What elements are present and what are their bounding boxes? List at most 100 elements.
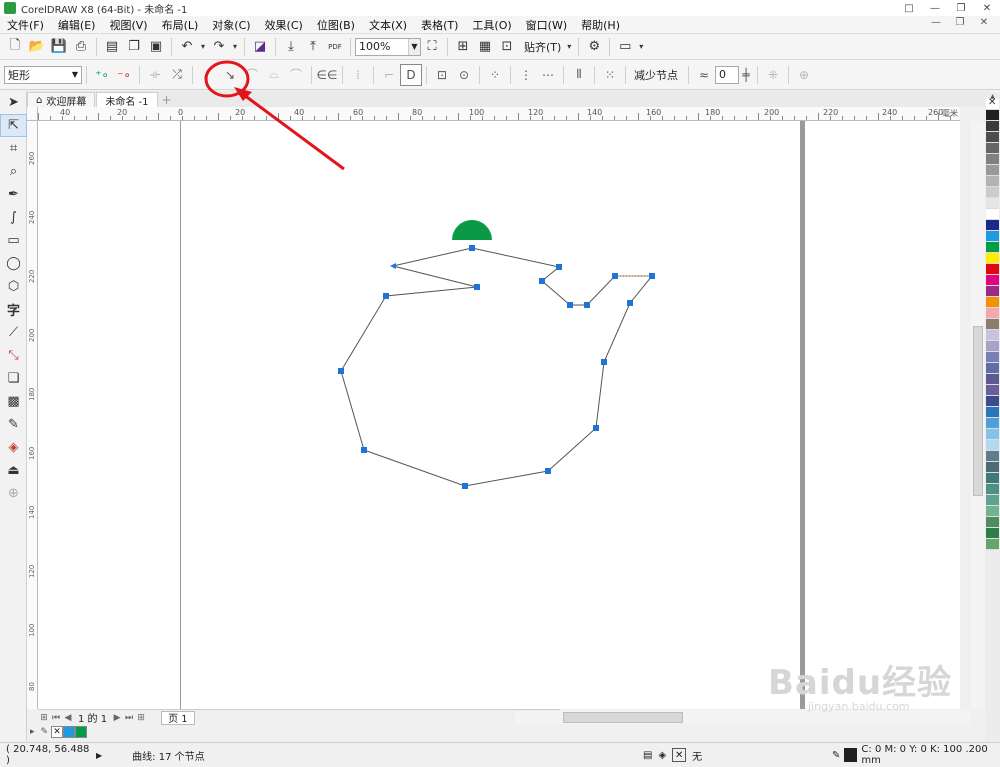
- export-button[interactable]: ⤒: [302, 36, 324, 58]
- rectangle-tool[interactable]: ▭: [0, 229, 27, 252]
- ruler-origin[interactable]: [27, 107, 38, 121]
- green-semicircle-shape[interactable]: [452, 220, 492, 240]
- color-swatch[interactable]: [986, 220, 999, 231]
- transparency-tool[interactable]: ▩: [0, 390, 27, 413]
- parallel-dimension-tool[interactable]: ⟋: [0, 321, 27, 344]
- tab-untitled-1[interactable]: 未命名 -1: [96, 92, 158, 108]
- join-nodes-button[interactable]: ⟛: [144, 64, 166, 86]
- reduce-nodes-button[interactable]: 减少节点: [634, 67, 678, 83]
- smart-fill-tool[interactable]: ⏏: [0, 459, 27, 482]
- show-guidelines-button[interactable]: ⊡: [496, 36, 518, 58]
- artistic-media-tool[interactable]: ∫: [0, 206, 27, 229]
- menu-layout[interactable]: 布局(L): [155, 17, 206, 33]
- curve-node[interactable]: [545, 468, 551, 474]
- doc-close-button[interactable]: ✕: [972, 17, 996, 28]
- eyedropper-tool[interactable]: ✎: [0, 413, 27, 436]
- color-swatch[interactable]: [986, 330, 999, 341]
- menu-window[interactable]: 窗口(W): [519, 17, 574, 33]
- fill-indicator[interactable]: ▤ ◈ ✕ 无: [643, 748, 708, 763]
- to-line-button[interactable]: ⟋: [197, 64, 219, 86]
- color-swatch[interactable]: [986, 198, 999, 209]
- color-swatch[interactable]: [986, 440, 999, 451]
- color-swatch[interactable]: [986, 429, 999, 440]
- ellipse-tool[interactable]: ◯: [0, 252, 27, 275]
- selection-mode-select[interactable]: 矩形 ▼: [4, 65, 82, 84]
- menu-text[interactable]: 文本(X): [362, 17, 414, 33]
- options-button[interactable]: ⚙: [583, 36, 605, 58]
- color-swatch[interactable]: [986, 297, 999, 308]
- launcher-dropdown[interactable]: ▾: [636, 36, 646, 58]
- play-icon[interactable]: ▶: [96, 751, 102, 760]
- curve-node[interactable]: [383, 293, 389, 299]
- color-swatch[interactable]: [986, 176, 999, 187]
- doc-color-swatch[interactable]: [63, 726, 76, 738]
- smoothness-slider-button[interactable]: ╪: [739, 64, 753, 86]
- reverse-direction-button[interactable]: ∈∈: [316, 64, 338, 86]
- curve-node[interactable]: [612, 273, 618, 279]
- pick-tool[interactable]: ➤: [0, 91, 27, 114]
- color-swatch[interactable]: [986, 418, 999, 429]
- copy-button[interactable]: ❐: [123, 36, 145, 58]
- cusp-node-button[interactable]: ⌒: [241, 64, 263, 86]
- curve-node[interactable]: [649, 273, 655, 279]
- reflect-vertical-button[interactable]: ⋯: [537, 64, 559, 86]
- symmetrical-node-button[interactable]: ⌒: [285, 64, 307, 86]
- vertical-scrollbar[interactable]: [971, 121, 985, 709]
- vertical-scroll-thumb[interactable]: [973, 326, 983, 496]
- menu-object[interactable]: 对象(C): [205, 17, 257, 33]
- paste-button[interactable]: ▣: [145, 36, 167, 58]
- color-swatch[interactable]: [986, 308, 999, 319]
- freehand-tool[interactable]: ✒: [0, 183, 27, 206]
- snap-to-menu[interactable]: 贴齐(T): [524, 39, 561, 55]
- curve-start-node[interactable]: [390, 263, 396, 269]
- horizontal-ruler[interactable]: 40 20 0 20 40 60 80 100 120 140 160 180 …: [38, 107, 960, 121]
- color-swatch[interactable]: [986, 484, 999, 495]
- color-swatch[interactable]: [986, 154, 999, 165]
- doc-color-swatch[interactable]: [75, 726, 88, 738]
- redo-button[interactable]: ↷: [208, 36, 230, 58]
- tab-welcome-screen[interactable]: ⌂ 欢迎屏幕: [27, 92, 96, 108]
- vertical-ruler[interactable]: 260 240 220 200 180 160 140 120 100 80: [27, 121, 38, 709]
- extend-curve-button[interactable]: ⁞: [347, 64, 369, 86]
- show-grid-button[interactable]: ▦: [474, 36, 496, 58]
- break-curve-button[interactable]: ⤮: [166, 64, 188, 86]
- color-swatch[interactable]: [986, 264, 999, 275]
- snap-dropdown[interactable]: ▾: [564, 36, 574, 58]
- color-swatch[interactable]: [986, 352, 999, 363]
- next-page-button[interactable]: ▶: [111, 713, 123, 723]
- color-swatch[interactable]: [986, 539, 999, 550]
- rotate-nodes-button[interactable]: ⊙: [453, 64, 475, 86]
- print-button[interactable]: ⎙: [70, 36, 92, 58]
- menu-view[interactable]: 视图(V): [102, 17, 154, 33]
- to-curve-button[interactable]: ↘: [219, 64, 241, 86]
- color-swatch[interactable]: [986, 253, 999, 264]
- shape-tool[interactable]: ⇱: [0, 114, 27, 137]
- polygon-tool[interactable]: ⬡: [0, 275, 27, 298]
- eyedropper-icon[interactable]: ✎: [41, 727, 49, 737]
- full-screen-button[interactable]: ⛶: [421, 36, 443, 58]
- text-tool[interactable]: 字: [0, 298, 27, 321]
- color-swatch[interactable]: [986, 319, 999, 330]
- delete-node-button[interactable]: ⁻∘: [113, 64, 135, 86]
- palette-expand-icon[interactable]: ▸: [30, 727, 35, 737]
- smooth-node-button[interactable]: ⌓: [263, 64, 285, 86]
- page-tab-1[interactable]: 页 1: [161, 710, 195, 725]
- curve-node[interactable]: [601, 359, 607, 365]
- curve-node[interactable]: [462, 483, 468, 489]
- menu-table[interactable]: 表格(T): [414, 17, 465, 33]
- color-swatch[interactable]: [986, 374, 999, 385]
- curve-node[interactable]: [469, 245, 475, 251]
- color-swatch[interactable]: [986, 517, 999, 528]
- restore-panel-button[interactable]: □: [896, 0, 922, 16]
- application-launcher-button[interactable]: ▭: [614, 36, 636, 58]
- color-swatch[interactable]: [986, 451, 999, 462]
- show-rulers-button[interactable]: ⊞: [452, 36, 474, 58]
- curve-node[interactable]: [567, 302, 573, 308]
- import-button[interactable]: ⤓: [280, 36, 302, 58]
- color-swatch[interactable]: [986, 110, 999, 121]
- add-node-button[interactable]: ⁺∘: [91, 64, 113, 86]
- outline-indicator[interactable]: ✎ C: 0 M: 0 Y: 0 K: 100 .200 mm: [832, 744, 1000, 766]
- new-document-button[interactable]: 🗋: [4, 36, 26, 58]
- open-button[interactable]: 📂: [26, 36, 48, 58]
- color-swatch[interactable]: [986, 286, 999, 297]
